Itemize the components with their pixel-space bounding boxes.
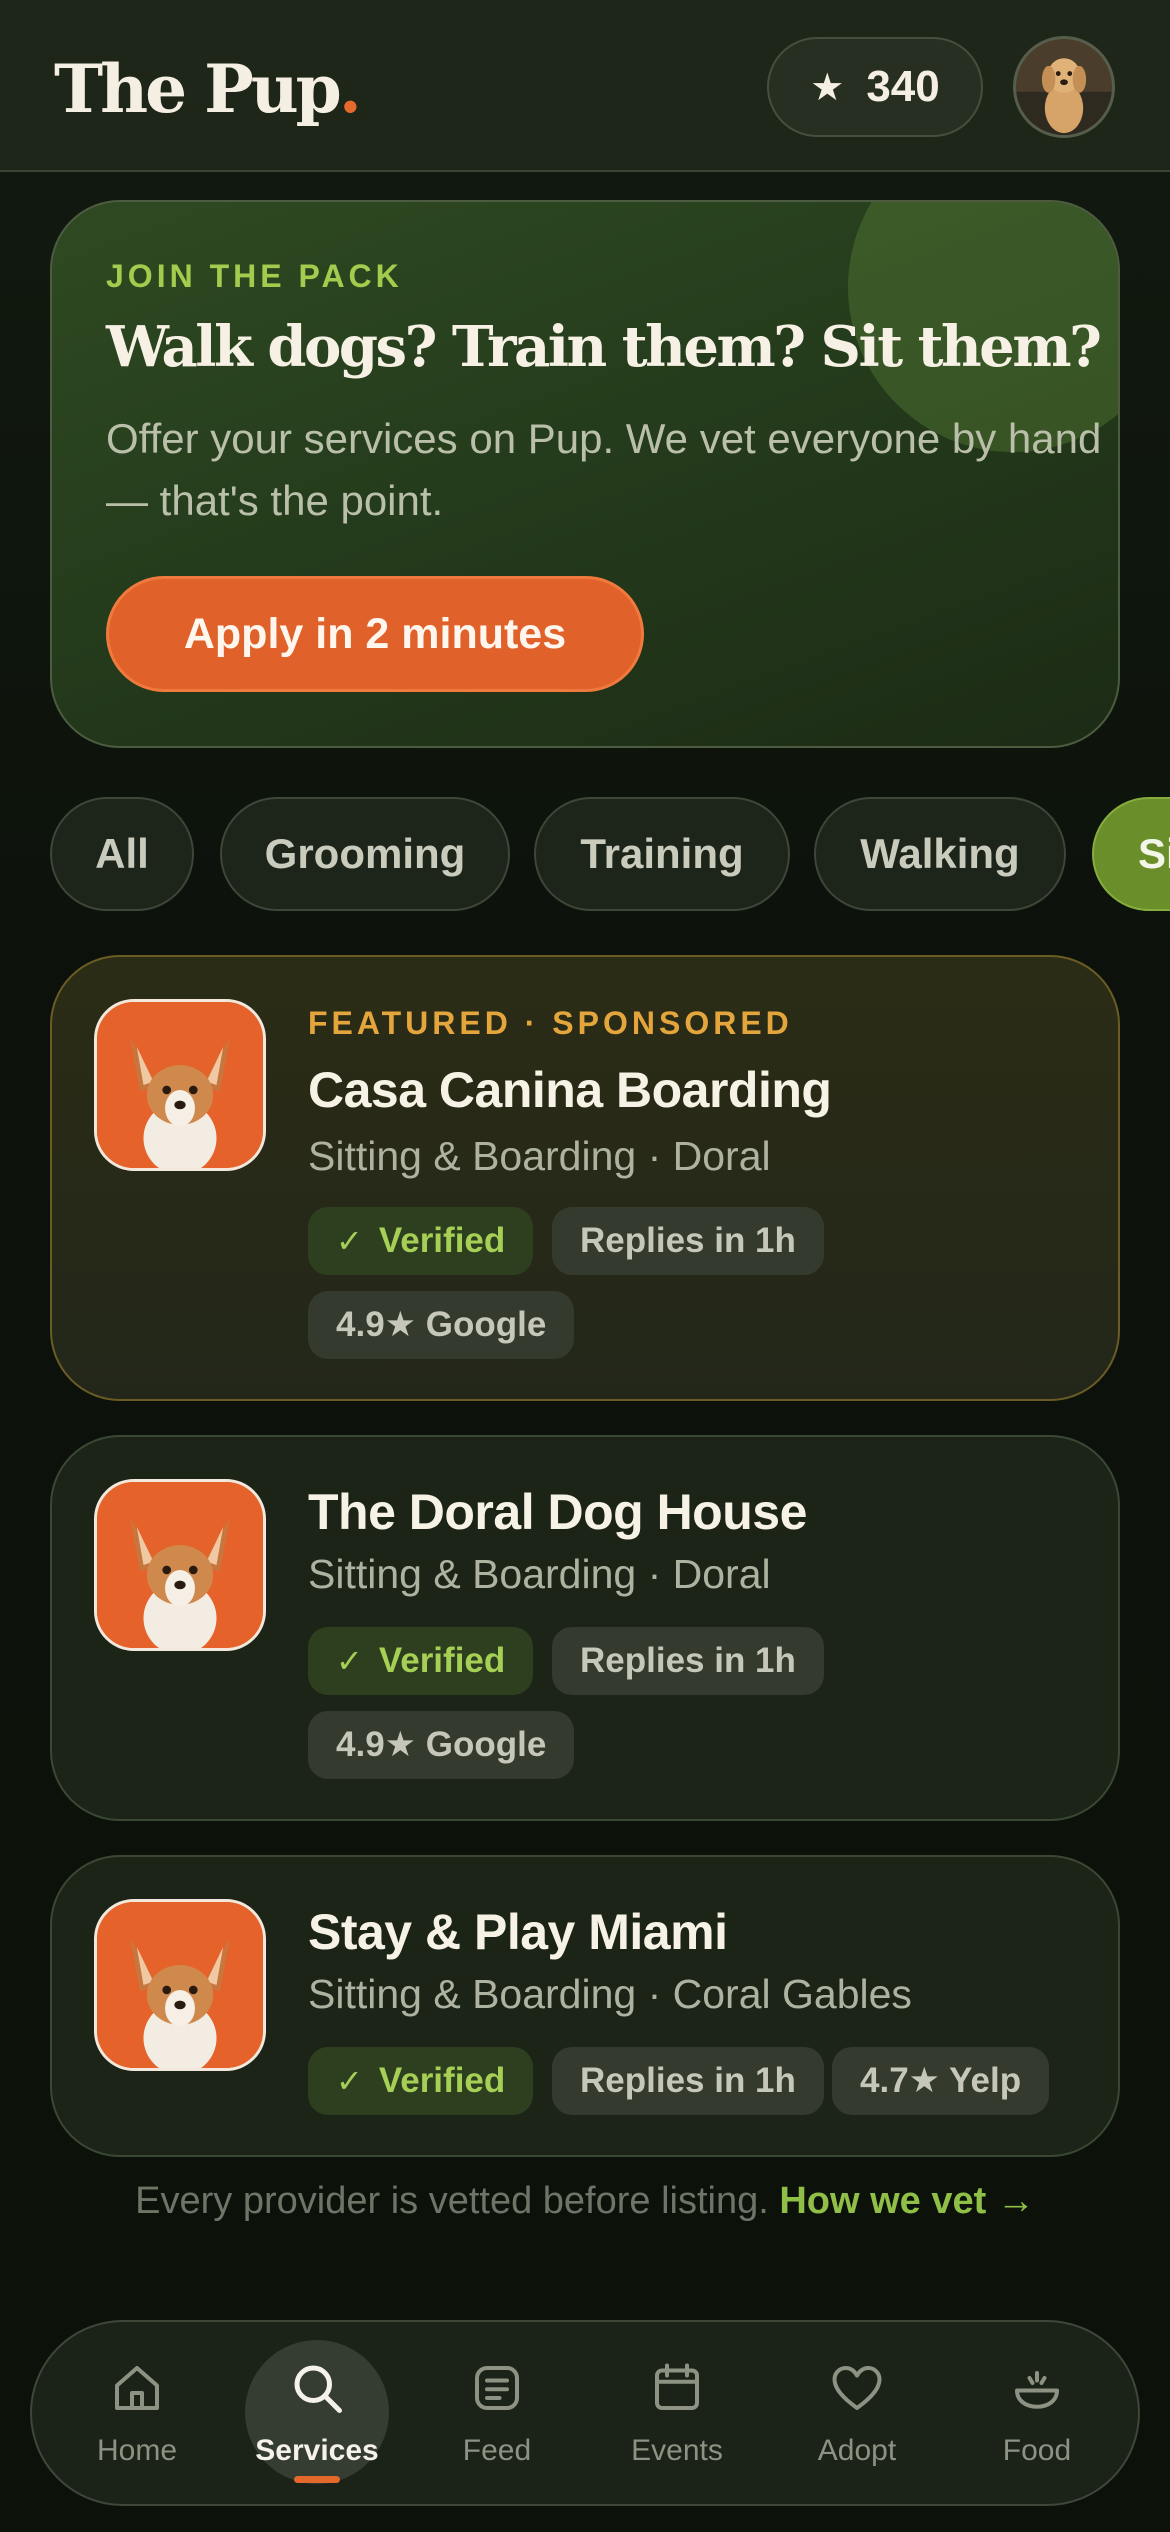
nav-label: Food <box>1002 2434 1072 2467</box>
replies-badge: Replies in 1h <box>552 1627 824 1695</box>
verified-label: Verified <box>378 1221 506 1260</box>
how-we-vet-link[interactable]: How we vet → <box>779 2180 1035 2222</box>
nav-item-adopt[interactable]: Adopt <box>782 2322 932 2508</box>
provider-thumbnail <box>94 1899 266 2071</box>
provider-card[interactable]: The Doral Dog House Sitting & Boarding ·… <box>50 1435 1120 1821</box>
nav-label: Events <box>631 2434 723 2467</box>
verified-badge: ✓ Verified <box>308 1207 534 1275</box>
join-body: Offer your services on Pup. We vet every… <box>106 415 1102 524</box>
featured-label: FEATURED · SPONSORED <box>308 1005 793 1041</box>
apply-button[interactable]: Apply in 2 minutes <box>106 576 644 692</box>
calendar-icon <box>647 2358 707 2418</box>
nav-item-services[interactable]: Services <box>242 2322 392 2508</box>
corgi-photo-icon <box>97 1002 263 1168</box>
nav-label: Adopt <box>817 2434 897 2467</box>
check-icon: ✓ <box>336 1223 363 1259</box>
corgi-photo-icon <box>97 1482 263 1648</box>
join-headline: Walk dogs? Train them? Sit them? <box>106 314 1102 380</box>
nav-item-feed[interactable]: Feed <box>422 2322 572 2508</box>
bowl-icon <box>1007 2358 1067 2418</box>
provider-name: Stay & Play Miami <box>308 1904 728 1960</box>
verified-label: Verified <box>378 2061 506 2100</box>
heart-icon <box>827 2358 887 2418</box>
points-value: 340 <box>866 62 940 111</box>
home-icon <box>107 2358 167 2418</box>
check-icon: ✓ <box>336 1643 363 1679</box>
nav-item-home[interactable]: Home <box>62 2322 212 2508</box>
nav-item-food[interactable]: Food <box>962 2322 1112 2508</box>
star-icon: ★ <box>810 66 845 109</box>
provider-thumbnail <box>94 999 266 1171</box>
replies-badge: Replies in 1h <box>552 1207 824 1275</box>
corgi-photo-icon <box>97 1902 263 2068</box>
logo-text: The Pup <box>54 50 342 128</box>
search-icon <box>287 2358 347 2418</box>
points-pill[interactable]: ★ 340 <box>767 37 983 137</box>
app-logo[interactable]: The Pup. <box>54 44 362 134</box>
logo-dot: . <box>338 50 362 128</box>
join-eyebrow: JOIN THE PACK <box>106 258 403 294</box>
chip-sitting[interactable]: Si <box>1092 797 1170 911</box>
app-header: The Pup. ★ 340 <box>0 0 1170 172</box>
chip-walking[interactable]: Walking <box>814 797 1066 911</box>
provider-category-location: Sitting & Boarding · Doral <box>308 1551 771 1597</box>
provider-card-featured[interactable]: FEATURED · SPONSORED Casa Canina Boardin… <box>50 955 1120 1401</box>
chip-all[interactable]: All <box>50 797 194 911</box>
rating-badge: 4.9★ Google <box>308 1291 575 1359</box>
join-pack-card: JOIN THE PACK Walk dogs? Train them? Sit… <box>50 200 1120 748</box>
provider-name: Casa Canina Boarding <box>308 1062 832 1118</box>
provider-card[interactable]: Stay & Play Miami Sitting & Boarding · C… <box>50 1855 1120 2157</box>
verified-label: Verified <box>378 1641 506 1680</box>
provider-thumbnail <box>94 1479 266 1651</box>
bottom-nav: Home Services Feed Events Adopt Food <box>30 2320 1140 2506</box>
chip-grooming[interactable]: Grooming <box>220 797 510 911</box>
category-chips: All Grooming Training Walking Si <box>50 797 1170 911</box>
avatar[interactable] <box>1013 36 1115 138</box>
check-icon: ✓ <box>336 2063 363 2099</box>
provider-category-location: Sitting & Boarding · Coral Gables <box>308 1971 912 2017</box>
nav-label: Feed <box>462 2434 532 2467</box>
provider-category-location: Sitting & Boarding · Doral <box>308 1133 771 1179</box>
rating-badge: 4.7★ Yelp <box>832 2047 1050 2115</box>
provider-name: The Doral Dog House <box>308 1484 807 1540</box>
dog-photo-icon <box>1016 39 1112 135</box>
chip-training[interactable]: Training <box>534 797 790 911</box>
vetting-note: Every provider is vetted before listing.… <box>0 2180 1170 2223</box>
vetting-text: Every provider is vetted before listing. <box>135 2180 769 2222</box>
rating-badge: 4.9★ Google <box>308 1711 575 1779</box>
active-underline <box>294 2476 340 2483</box>
nav-label: Services <box>255 2434 379 2467</box>
verified-badge: ✓ Verified <box>308 2047 534 2115</box>
nav-item-events[interactable]: Events <box>602 2322 752 2508</box>
replies-badge: Replies in 1h <box>552 2047 824 2115</box>
services-screen: The Pup. ★ 340 JOIN THE PACK Walk dogs? … <box>0 0 1170 2532</box>
nav-label: Home <box>96 2434 178 2467</box>
feed-icon <box>467 2358 527 2418</box>
verified-badge: ✓ Verified <box>308 1627 534 1695</box>
